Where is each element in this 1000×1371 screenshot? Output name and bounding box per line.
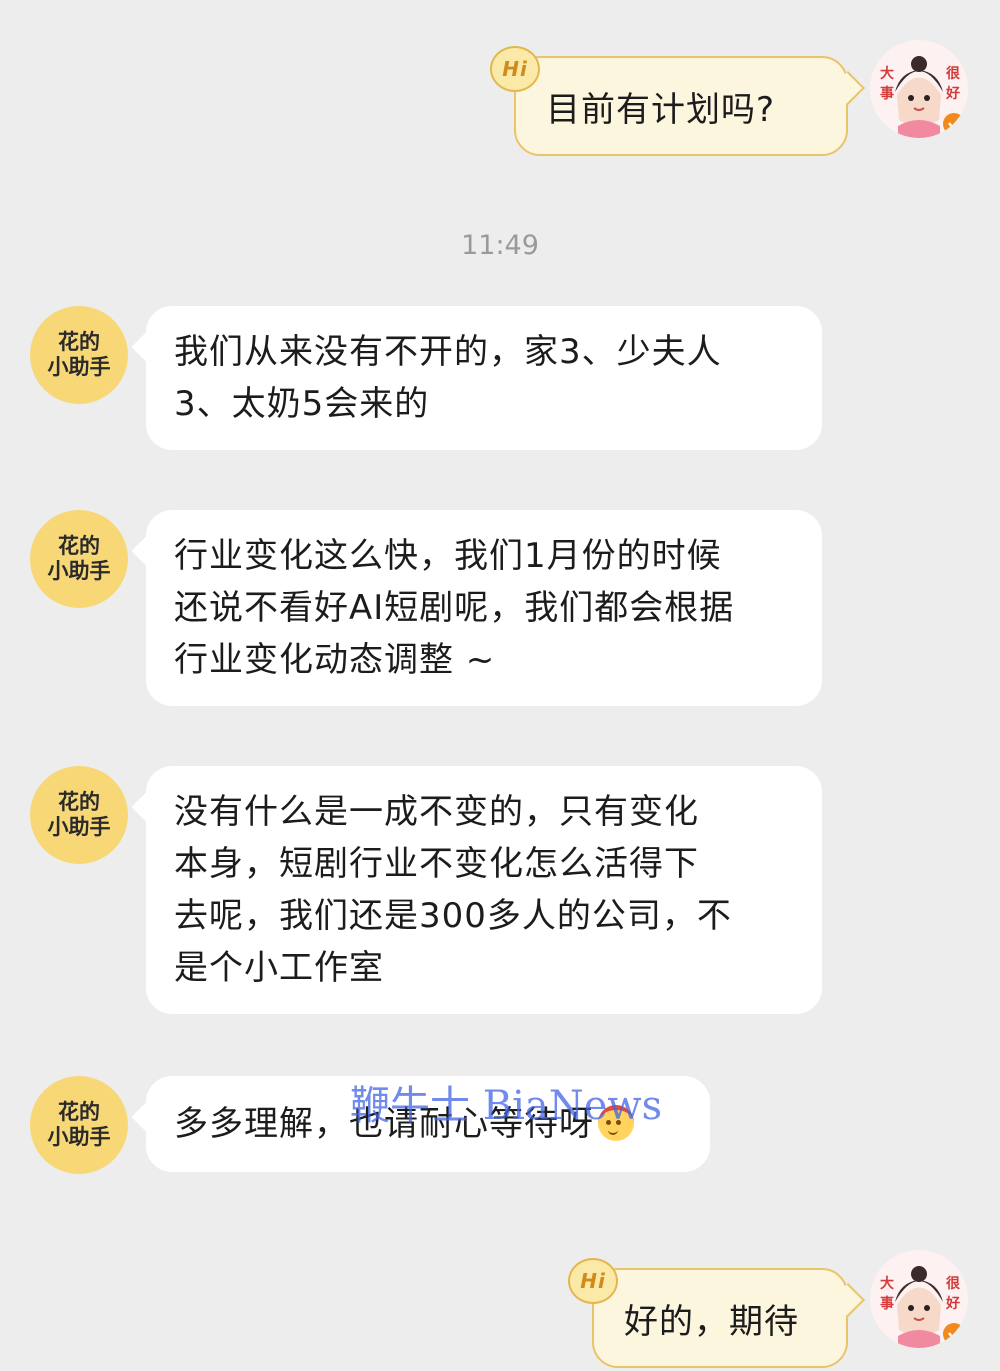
avatar-label-line1: 花的	[58, 330, 100, 354]
user-avatar-illustration-icon: 大 事 很 好	[870, 40, 968, 138]
smiling-face-with-headband-emoji-icon	[598, 1105, 634, 1141]
avatar-label-line1: 花的	[58, 790, 100, 814]
timestamp: 11:49	[461, 230, 539, 261]
svg-text:事: 事	[880, 1295, 894, 1312]
hi-badge-icon: Hi	[568, 1258, 618, 1304]
message-text: 多多理解，也请耐心等待呀	[174, 1104, 594, 1144]
message-text: 好的，期待	[624, 1301, 799, 1342]
assistant-message-bubble[interactable]: 我们从来没有不开的，家3、少夫人 3、太奶5会来的	[131, 306, 822, 450]
assistant-avatar[interactable]: 花的 小助手	[30, 510, 128, 608]
svg-text:好: 好	[945, 1295, 960, 1312]
assistant-message-bubble[interactable]: 行业变化这么快，我们1月份的时候 还说不看好AI短剧呢，我们都会根据 行业变化动…	[131, 510, 822, 706]
assistant-message-bubble[interactable]: 没有什么是一成不变的，只有变化 本身，短剧行业不变化怎么活得下 去呢，我们还是3…	[131, 766, 822, 1014]
avatar-label-line2: 小助手	[47, 815, 111, 839]
avatar-label-line2: 小助手	[47, 559, 111, 583]
assistant-message-bubble[interactable]: 多多理解，也请耐心等待呀	[131, 1076, 710, 1172]
avatar-label-line2: 小助手	[47, 1125, 111, 1149]
user-avatar[interactable]: 大 事 很 好	[870, 1250, 968, 1348]
avatar-label-line1: 花的	[58, 534, 100, 558]
message-text: 目前有计划吗?	[546, 89, 776, 130]
avatar-label-line2: 小助手	[47, 355, 111, 379]
hi-badge-icon: Hi	[490, 46, 540, 92]
user-avatar-illustration-icon: 大 事 很 好	[870, 1250, 968, 1348]
message-line: 去呢，我们还是300多人的公司，不	[174, 896, 732, 936]
user-message-bubble[interactable]: Hi 好的，期待	[568, 1258, 865, 1368]
svg-text:很: 很	[946, 65, 961, 82]
avatar-label-line1: 花的	[58, 1100, 100, 1124]
message-line: 没有什么是一成不变的，只有变化	[174, 792, 699, 832]
message-line: 我们从来没有不开的，家3、少夫人	[174, 332, 722, 372]
user-message-bubble[interactable]: Hi 目前有计划吗?	[490, 46, 865, 156]
svg-text:大: 大	[880, 1275, 894, 1292]
user-avatar[interactable]: 大 事 很 好	[870, 40, 968, 138]
svg-text:大: 大	[880, 65, 894, 82]
message-line: 行业变化动态调整 ~	[174, 640, 496, 680]
message-line: 3、太奶5会来的	[174, 384, 430, 424]
assistant-avatar[interactable]: 花的 小助手	[30, 306, 128, 404]
svg-text:很: 很	[946, 1275, 961, 1292]
message-line: 本身，短剧行业不变化怎么活得下	[174, 844, 699, 884]
assistant-avatar[interactable]: 花的 小助手	[30, 1076, 128, 1174]
svg-text:好: 好	[945, 85, 960, 102]
svg-text:事: 事	[880, 85, 894, 102]
message-line: 还说不看好AI短剧呢，我们都会根据	[174, 588, 735, 628]
assistant-avatar[interactable]: 花的 小助手	[30, 766, 128, 864]
message-line: 行业变化这么快，我们1月份的时候	[174, 536, 722, 576]
message-line: 是个小工作室	[174, 948, 384, 988]
